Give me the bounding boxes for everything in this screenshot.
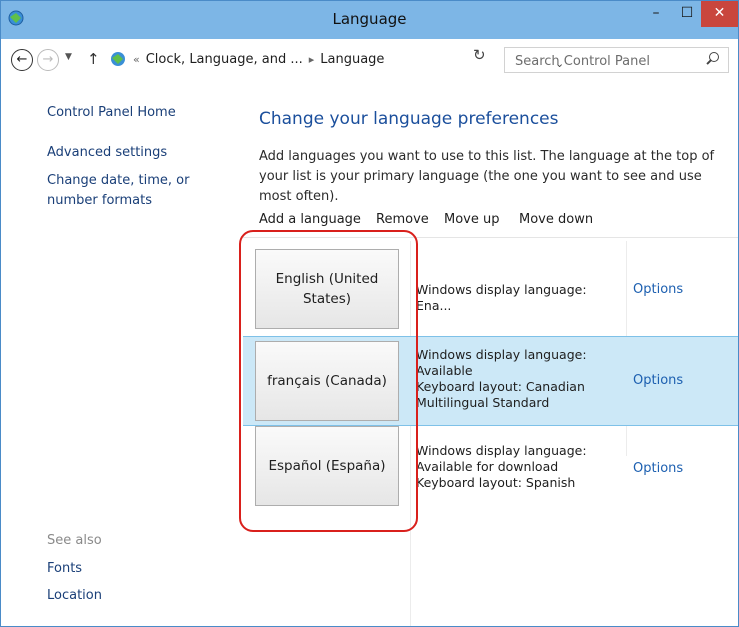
search-box[interactable] (504, 47, 729, 73)
move-up-button[interactable]: Move up (444, 212, 500, 227)
close-button[interactable]: ✕ (701, 1, 738, 27)
language-info-line: Keyboard layout: Spanish (416, 475, 576, 490)
see-also-label: See also (47, 533, 102, 548)
change-date-time-formats-link[interactable]: Change date, time, or number formats (47, 171, 237, 211)
search-input[interactable] (513, 51, 702, 71)
up-arrow-icon[interactable]: ↑ (87, 50, 100, 68)
language-info-line: Multilingual Standard (416, 395, 550, 410)
control-panel-window: Language – ☐ ✕ ← → ▼ ↑ « Clock, Language,… (0, 0, 739, 627)
options-link-spanish[interactable]: Options (633, 461, 683, 476)
control-panel-icon (111, 52, 125, 66)
language-info: Windows display language: Available for … (416, 443, 621, 491)
left-pane: Control Panel Home Advanced settings Cha… (1, 81, 241, 626)
breadcrumb-separator-icon[interactable]: ▸ (309, 53, 315, 66)
language-info-line: Keyboard layout: Canadian (416, 379, 585, 394)
control-panel-home-link[interactable]: Control Panel Home (47, 103, 176, 123)
page-description: Add languages you want to use to this li… (259, 149, 715, 204)
language-info-line: Windows display language: (416, 443, 587, 458)
search-icon[interactable] (709, 52, 719, 62)
breadcrumb-item-clock-language[interactable]: Clock, Language, and ... (146, 52, 303, 67)
recent-locations-chevron-icon[interactable]: ▼ (65, 52, 72, 62)
fonts-link[interactable]: Fonts (47, 559, 82, 579)
breadcrumb-item-language[interactable]: Language (320, 52, 384, 67)
language-info: Windows display language: Available Keyb… (416, 347, 621, 411)
language-info-line: Windows display language: Ena... (416, 282, 587, 313)
language-info-line: Available (416, 363, 473, 378)
remove-button[interactable]: Remove (376, 212, 429, 227)
highlight-callout (239, 230, 418, 532)
refresh-icon[interactable]: ↻ (473, 46, 486, 64)
add-language-button[interactable]: Add a language (259, 212, 361, 227)
breadcrumb[interactable]: «Clock, Language, and ... ▸ Language ⌄ (105, 47, 564, 73)
language-info: Windows display language: Ena... (416, 282, 621, 314)
language-info-line: Windows display language: (416, 347, 587, 362)
forward-arrow-icon[interactable]: → (37, 49, 59, 71)
options-link-english[interactable]: Options (633, 282, 683, 297)
window-title: Language (332, 10, 407, 28)
language-info-line: Available for download (416, 459, 559, 474)
options-link-french-canada[interactable]: Options (633, 373, 683, 388)
breadcrumb-overflow-icon[interactable]: « (133, 53, 140, 66)
location-link[interactable]: Location (47, 586, 102, 606)
address-bar: ← → ▼ ↑ « Clock, Language, and ... ▸ Langua… (1, 39, 738, 81)
maximize-button[interactable]: ☐ (673, 1, 701, 27)
page-title: Change your language preferences (259, 109, 559, 129)
minimize-button[interactable]: – (641, 1, 671, 27)
back-arrow-icon[interactable]: ← (11, 49, 33, 71)
advanced-settings-link[interactable]: Advanced settings (47, 143, 167, 163)
title-bar[interactable]: Language – ☐ ✕ (1, 1, 738, 39)
move-down-button[interactable]: Move down (519, 212, 593, 227)
